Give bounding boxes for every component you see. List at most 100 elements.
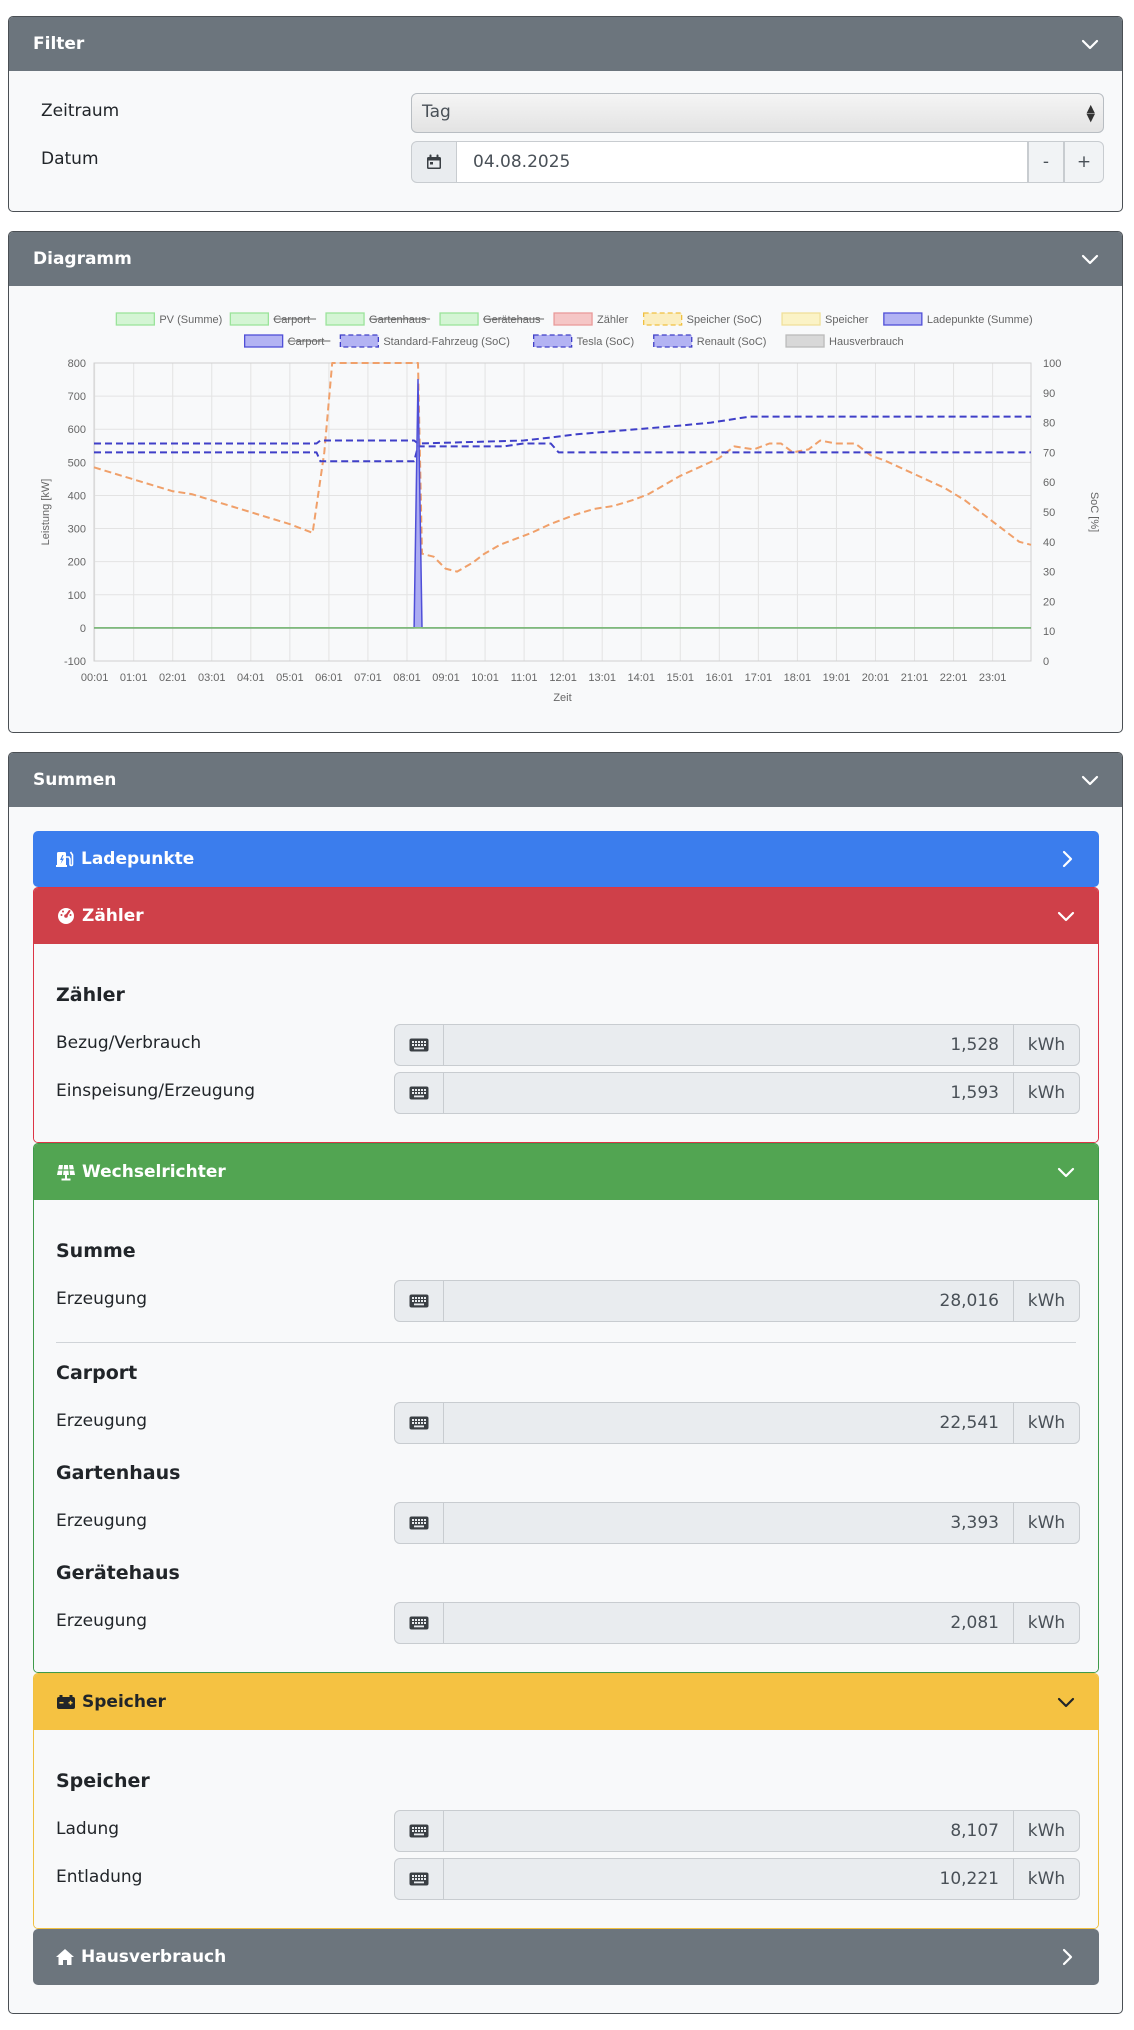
y-left-tick-label: 100 [68,590,86,602]
x-tick-label: 12:01 [549,672,577,684]
x-tick-label: 10:01 [471,672,499,684]
legend-label: Carport [273,314,310,326]
x-tick-label: 11:01 [511,672,538,684]
y-right-axis-label: SoC [%] [1088,492,1100,532]
chevron-right-icon[interactable] [1057,849,1077,869]
chevron-down-icon[interactable] [1056,1162,1076,1182]
chevron-down-icon[interactable] [1056,1692,1076,1712]
y-right-tick-label: 80 [1043,418,1055,430]
filter-header[interactable]: Filter [9,17,1122,71]
y-right-tick-label: 90 [1043,388,1055,400]
select-arrows-icon: ▲ ▼ [1086,102,1095,124]
zaehler-panel: Zähler Zähler Bezug/Verbrauch 1,528 kWh … [33,887,1099,1143]
x-tick-label: 08:01 [393,672,421,684]
date-minus-button[interactable]: - [1028,141,1064,183]
summe-erzeugung-label: Erzeugung [56,1289,148,1309]
x-tick-label: 06:01 [315,672,343,684]
entladung-row: Entladung 10,221 kWh [56,1858,1080,1900]
legend-label: Hausverbrauch [829,336,904,348]
geraetehaus-erzeugung-value: 2,081 [444,1602,1014,1644]
legend-label: Zähler [597,314,629,326]
speicher-title: Speicher [82,1692,166,1712]
summen-title: Summen [33,770,117,790]
x-tick-label: 13:01 [588,672,616,684]
x-tick-label: 21:01 [901,672,929,684]
legend-swatch [439,312,479,326]
car-battery-icon [57,1695,75,1709]
carport-erzeugung-label: Erzeugung [56,1411,148,1431]
calendar-icon[interactable] [411,141,457,183]
hausverbrauch-panel: Hausverbrauch [33,1929,1099,1985]
y-left-tick-label: 600 [68,424,86,436]
datum-input-group: 04.08.2025 - + [411,141,1104,183]
y-right-tick-label: 30 [1043,567,1055,579]
chart-area[interactable]: -100 0 100 200 300 400 500 600 700 800 0 10 20 30 40 50… [9,286,1123,732]
zeitraum-select[interactable]: Tag ▲ ▼ [411,93,1104,133]
legend-label: Ladepunkte (Summe) [927,314,1033,326]
keyboard-icon [394,1280,444,1322]
speicher-body: Speicher Ladung 8,107 kWh Entladung 10,2… [34,1730,1098,1928]
legend-swatch [653,334,693,348]
legend-swatch [781,312,821,326]
x-axis-label: Zeit [553,692,571,704]
x-tick-label: 05:01 [276,672,304,684]
bezug-label: Bezug/Verbrauch [56,1033,202,1053]
legend-swatch [553,312,593,326]
speicher-header[interactable]: Speicher [34,1674,1098,1730]
datum-input[interactable]: 04.08.2025 [457,141,1028,183]
speicher-panel: Speicher Speicher Ladung 8,107 kWh Entla… [33,1673,1099,1929]
summe-erzeugung-value: 28,016 [444,1280,1014,1322]
ladung-unit: kWh [1014,1810,1080,1852]
diagram-header[interactable]: Diagramm [9,232,1122,286]
legend-swatch [229,312,270,326]
chevron-down-icon[interactable] [1080,249,1100,269]
summe-section-title: Summe [56,1240,136,1262]
geraetehaus-erzeugung-unit: kWh [1014,1602,1080,1644]
legend-swatch [785,334,825,348]
chart-svg[interactable]: -100 0 100 200 300 400 500 600 700 800 0 10 20 30 40 50… [9,286,1123,732]
carport-row: Erzeugung 22,541 kWh [56,1402,1080,1444]
zaehler-section-title: Zähler [56,984,125,1006]
legend-label: PV (Summe) [159,314,222,326]
gartenhaus-row: Erzeugung 3,393 kWh [56,1502,1080,1544]
charging-station-icon [56,851,74,867]
ladepunkte-header[interactable]: Ladepunkte [33,831,1099,887]
summen-header[interactable]: Summen [9,753,1122,807]
y-right-tick-label: 60 [1043,477,1055,489]
zaehler-header[interactable]: Zähler [34,888,1098,944]
hausverbrauch-title: Hausverbrauch [81,1947,227,1967]
chevron-down-icon[interactable] [1080,770,1100,790]
wechselrichter-header[interactable]: Wechselrichter [34,1144,1098,1200]
chevron-down-icon[interactable] [1080,34,1100,54]
hausverbrauch-header[interactable]: Hausverbrauch [33,1929,1099,1985]
legend-label: Tesla (SoC) [577,336,634,348]
x-tick-label: 20:01 [862,672,890,684]
y-left-axis-label: Leistung [kW] [40,479,52,546]
x-tick-label: 16:01 [706,672,734,684]
legend-label: Gartenhaus [369,314,427,326]
date-plus-button[interactable]: + [1064,141,1104,183]
legend-label: Gerätehaus [483,314,541,326]
chevron-down-icon[interactable] [1056,906,1076,926]
carport-section-title: Carport [56,1362,138,1384]
einspeisung-unit: kWh [1014,1072,1080,1114]
y-right-tick-label: 40 [1043,537,1055,549]
einspeisung-value: 1,593 [444,1072,1014,1114]
wechselrichter-title: Wechselrichter [82,1162,226,1182]
keyboard-icon [394,1072,444,1114]
entladung-label: Entladung [56,1867,143,1887]
carport-erzeugung-value: 22,541 [444,1402,1014,1444]
summe-row: Erzeugung 28,016 kWh [56,1280,1080,1322]
x-tick-label: 18:01 [784,672,812,684]
speicher-section-title: Speicher [56,1770,150,1792]
chevron-right-icon[interactable] [1057,1947,1077,1967]
y-left-tick-label: 0 [80,623,86,635]
keyboard-icon [394,1810,444,1852]
x-tick-label: 09:01 [432,672,460,684]
x-tick-label: 17:01 [745,672,773,684]
x-tick-label: 04:01 [237,672,265,684]
y-right-tick-label: 0 [1043,656,1049,668]
keyboard-icon [394,1502,444,1544]
plot-background [94,363,1031,661]
wechselrichter-body: Summe Erzeugung 28,016 kWh Carport Erzeu… [34,1200,1098,1672]
